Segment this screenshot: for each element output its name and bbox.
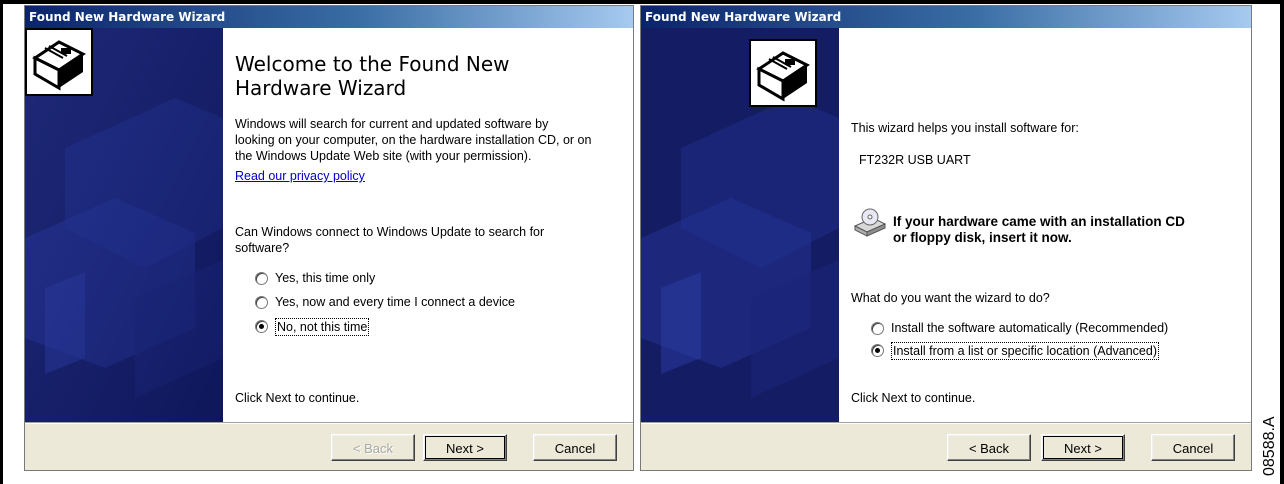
question-text: What do you want the wizard to do? <box>851 291 1050 305</box>
radio-button[interactable] <box>871 322 884 335</box>
radio-button-selected[interactable] <box>255 320 268 333</box>
back-button[interactable]: < Back <box>331 434 415 461</box>
window-title: Found New Hardware Wizard <box>25 6 633 28</box>
wizard-content: Welcome to the Found New Hardware Wizard… <box>223 28 633 422</box>
hardware-icon <box>25 28 93 96</box>
cd-notice-line2: or floppy disk, insert it now. <box>893 230 1072 245</box>
privacy-policy-link[interactable]: Read our privacy policy <box>235 168 365 184</box>
wizard-window-welcome: Found New Hardware Wizard Welcome to the… <box>24 5 634 471</box>
radio-label: Yes, now and every time I connect a devi… <box>275 295 515 309</box>
description-line: looking on your computer, on the hardwar… <box>235 133 592 147</box>
next-button[interactable]: Next > <box>423 434 507 461</box>
radio-button[interactable] <box>255 272 268 285</box>
radio-button[interactable] <box>255 296 268 309</box>
device-name: FT232R USB UART <box>859 153 971 167</box>
window-title: Found New Hardware Wizard <box>641 6 1251 28</box>
cd-notice: If your hardware came with an installati… <box>893 214 1185 229</box>
description-line: the Windows Update Web site (with your p… <box>235 149 532 163</box>
wizard-side-banner <box>25 28 223 422</box>
next-button[interactable]: Next > <box>1041 434 1125 461</box>
button-bar: < Back Next > Cancel <box>641 422 1251 470</box>
continue-instruction: Click Next to continue. <box>235 391 360 405</box>
radio-label: Install the software automatically (Reco… <box>891 321 1169 335</box>
frame-left-border <box>0 0 3 484</box>
back-button[interactable]: < Back <box>947 434 1031 461</box>
cd-drive-icon <box>853 208 887 237</box>
button-bar: < Back Next > Cancel <box>25 422 633 470</box>
page-heading: Welcome to the Found New <box>235 52 510 76</box>
question-text-line2: software? <box>235 241 290 255</box>
wizard-content-panel: This wizard helps you install software f… <box>839 28 1251 422</box>
radio-label: No, not this time <box>275 318 370 336</box>
cancel-button[interactable]: Cancel <box>1151 434 1235 461</box>
radio-button-selected[interactable] <box>871 344 884 357</box>
radio-label: Install from a list or specific location… <box>891 342 1159 360</box>
figure-code: 08588.A <box>1261 416 1278 476</box>
frame-top-border <box>0 0 1284 4</box>
page-heading-line2: Hardware Wizard <box>235 76 407 100</box>
intro-text: This wizard helps you install software f… <box>851 121 1079 135</box>
frame-right-border <box>1280 0 1284 484</box>
radio-label: Yes, this time only <box>275 271 376 285</box>
cancel-button[interactable]: Cancel <box>533 434 617 461</box>
description-line: Windows will search for current and upda… <box>235 117 549 131</box>
question-text: Can Windows connect to Windows Update to… <box>235 225 545 239</box>
continue-instruction: Click Next to continue. <box>851 391 976 405</box>
wizard-window-install-options: Found New Hardware Wizard This wizard he… <box>640 5 1252 471</box>
hardware-icon <box>749 39 817 107</box>
